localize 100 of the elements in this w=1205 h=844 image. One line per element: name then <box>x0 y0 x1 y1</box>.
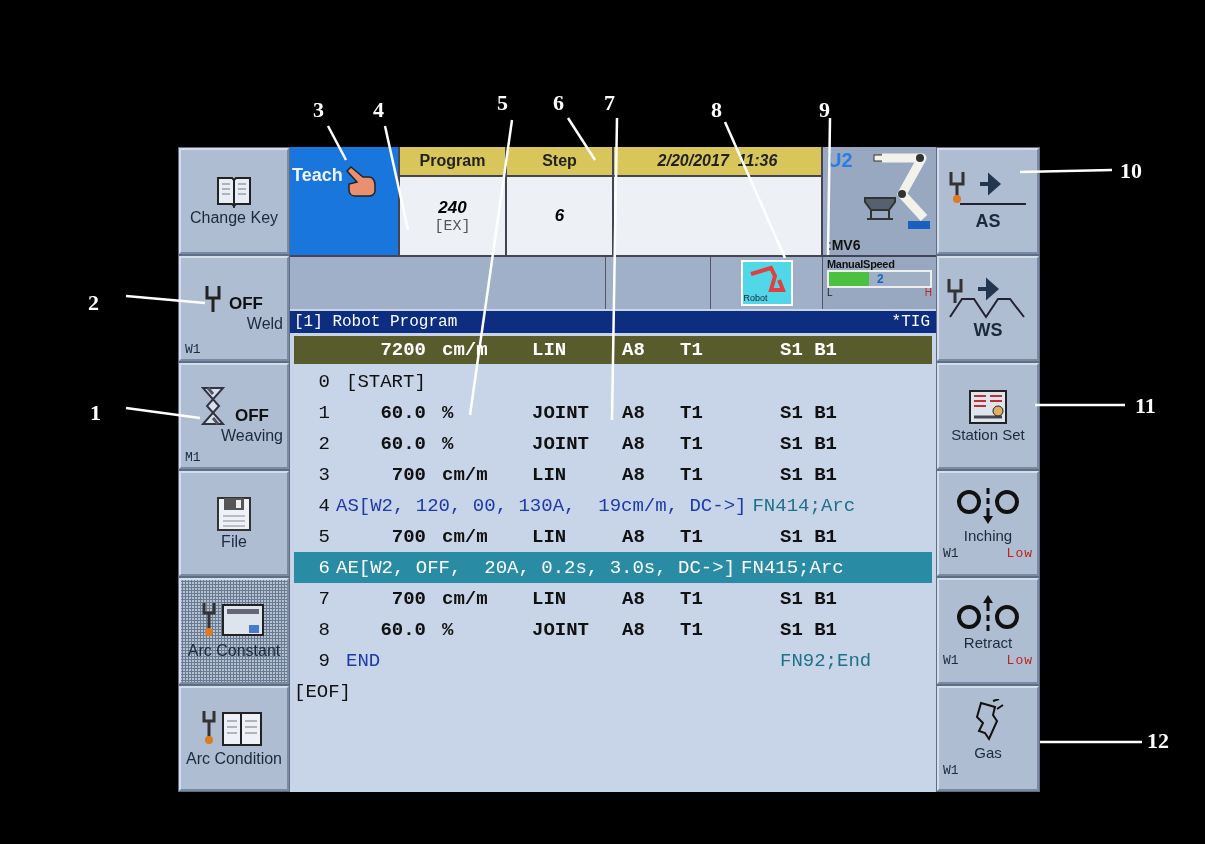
function-text: FN92;End <box>779 649 873 672</box>
program-number: 240 <box>438 197 467 218</box>
station-value: S1 B1 <box>779 401 838 424</box>
speed-unit: % <box>441 401 455 424</box>
program-line[interactable]: 9 END FN92;End <box>294 645 932 676</box>
channel-text: M1 <box>185 449 201 465</box>
speed-level-text: Low <box>1006 653 1033 669</box>
tool-value: A8 <box>621 401 646 424</box>
book-icon <box>214 174 254 209</box>
program-line[interactable]: 7 700 cm/m LIN A8 T1 S1 B1 <box>294 583 932 614</box>
speed-reading: 2 <box>877 272 884 286</box>
softkey-button[interactable]: Inching W1 Low <box>937 470 1039 576</box>
softkey-button[interactable]: Arc Condition <box>179 685 289 791</box>
command-text: AS[W2, 120, 00, 130A, 19cm/m, DC->] <box>336 494 747 517</box>
line-number: 9 <box>317 649 331 672</box>
softkey-button[interactable]: WS <box>937 255 1039 361</box>
callout-number: 1 <box>90 400 101 426</box>
tool-number: T1 <box>679 525 704 548</box>
tool-value: A8 <box>621 587 646 610</box>
speed-value: 700 <box>390 587 427 610</box>
callout-number: 11 <box>1135 393 1156 419</box>
speed-unit: % <box>441 432 455 455</box>
step-number: 6 <box>554 206 565 226</box>
softkey-button[interactable]: OFF Weld W1 <box>179 255 289 361</box>
high-label: H <box>924 288 932 298</box>
end-of-file-marker: [EOF] <box>294 679 352 705</box>
tool-number: T1 <box>679 401 704 424</box>
end-command: END <box>345 649 382 672</box>
program-line[interactable]: 3 700 cm/m LIN A8 T1 S1 B1 <box>294 459 932 490</box>
status-text: OFF <box>235 406 269 427</box>
callout-number: 12 <box>1147 728 1169 754</box>
callout-number: 7 <box>604 90 615 116</box>
interpolation: LIN <box>531 587 568 610</box>
up-arrow-circles-icon <box>955 593 1021 634</box>
robot-tile[interactable]: Robot <box>740 260 793 306</box>
field-header: Step <box>507 147 612 177</box>
station-value: S1 B1 <box>779 618 838 641</box>
tool-number: T1 <box>679 618 704 641</box>
callout-number: 3 <box>313 97 324 123</box>
channel-text: W1 <box>943 653 959 669</box>
interpolation: LIN <box>531 463 568 486</box>
tool-value: A8 <box>621 618 646 641</box>
speed-value: 7200 <box>379 339 427 361</box>
down-arrow-circles-icon <box>955 485 1021 526</box>
callout-number: 6 <box>553 90 564 116</box>
line-number: 5 <box>317 525 331 548</box>
torch-icon <box>205 283 221 314</box>
function-text: FN414;Arc <box>752 494 856 517</box>
interpolation: JOINT <box>531 618 590 641</box>
program-line[interactable]: 5 700 cm/m LIN A8 T1 S1 B1 <box>294 521 932 552</box>
low-label: L <box>827 288 833 298</box>
tool-value: A8 <box>621 463 646 486</box>
mode-label: Teach <box>292 165 343 186</box>
speed-level-text: Low <box>1006 545 1033 561</box>
tool-value: A8 <box>621 525 646 548</box>
program-line[interactable]: 4 AS[W2, 120, 00, 130A, 19cm/m, DC->] FN414;Arc <box>294 490 932 521</box>
line-number: 0 <box>317 370 331 393</box>
interpolation: JOINT <box>531 432 590 455</box>
softkey-button[interactable]: Station Set <box>937 363 1039 469</box>
interpolation: LIN <box>531 339 568 361</box>
line-number: 8 <box>317 618 331 641</box>
speed-unit: cm/m <box>441 463 489 486</box>
program-line[interactable]: 0 [START] <box>294 366 932 397</box>
softkey-button[interactable]: Change Key <box>179 148 289 254</box>
speed-value: 60.0 <box>379 432 427 455</box>
station-value: S1 B1 <box>779 587 838 610</box>
speed-value: 60.0 <box>379 618 427 641</box>
softkey-button[interactable]: AS <box>937 148 1039 254</box>
softkey-button[interactable]: Gas W1 <box>937 685 1039 791</box>
softkey-button[interactable]: OFF Weaving M1 <box>179 363 289 469</box>
line-number: 4 <box>317 494 331 517</box>
line-number: 1 <box>317 401 331 424</box>
program-type: [EX] <box>434 217 471 235</box>
program-line[interactable]: 8 60.0 % JOINT A8 T1 S1 B1 <box>294 614 932 645</box>
speed-unit: cm/m <box>441 525 489 548</box>
line-number: 3 <box>317 463 331 486</box>
function-text: FN415;Arc <box>741 556 844 579</box>
callout-number: 4 <box>373 97 384 123</box>
program-title: [1] Robot Program <box>294 313 458 331</box>
softkey-button[interactable]: Retract W1 Low <box>937 578 1039 684</box>
tool-number: T1 <box>679 587 704 610</box>
channel-text: W1 <box>943 545 959 561</box>
speed-value: 700 <box>390 525 427 548</box>
program-line[interactable]: 2 60.0 % JOINT A8 T1 S1 B1 <box>294 428 932 459</box>
mode-tile[interactable]: Teach <box>290 147 398 255</box>
speed-unit: % <box>441 618 455 641</box>
panel-hand-icon <box>968 388 1008 425</box>
softkey-button[interactable]: File <box>179 470 289 576</box>
program-line[interactable]: 1 60.0 % JOINT A8 T1 S1 B1 <box>294 397 932 428</box>
callout-number: 2 <box>88 290 99 316</box>
manual-speed-label: ManualSpeed <box>827 258 896 270</box>
process-label: *TIG <box>891 313 930 331</box>
tool-number: T1 <box>679 432 704 455</box>
station-value: S1 B1 <box>779 339 838 361</box>
station-value: S1 B1 <box>779 525 838 548</box>
tool-value: A8 <box>621 339 646 361</box>
callout-number: 10 <box>1120 158 1142 184</box>
station-value: S1 B1 <box>779 463 838 486</box>
channel-text: W1 <box>943 762 959 778</box>
channel-text: W1 <box>185 342 201 357</box>
